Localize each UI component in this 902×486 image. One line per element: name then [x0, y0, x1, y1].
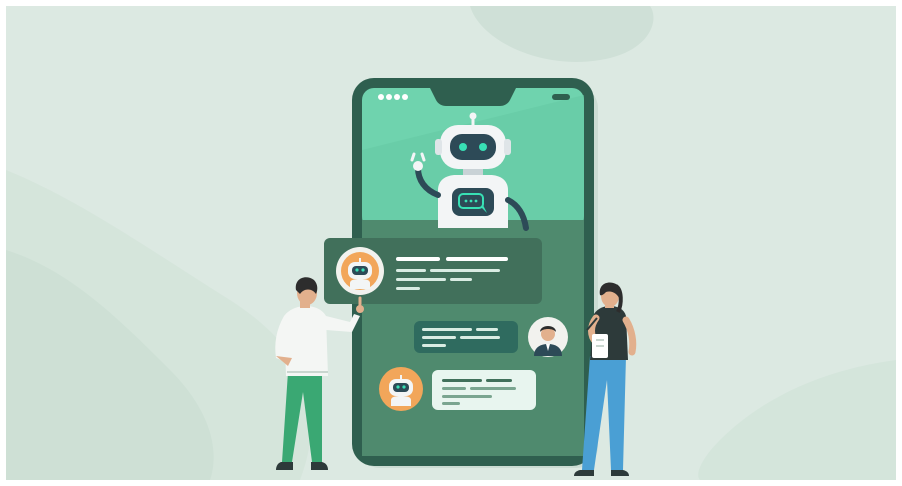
bot-avatar-icon: [379, 367, 423, 411]
bot-message-bubble-1: [324, 238, 542, 304]
user-message-bubble: [414, 321, 518, 353]
chatbot-illustration: [0, 0, 902, 486]
bot-avatar-icon: [336, 247, 384, 295]
battery-icon: [552, 94, 570, 100]
bot-message-bubble-2: [379, 367, 536, 411]
user-avatar-icon: [528, 317, 568, 357]
